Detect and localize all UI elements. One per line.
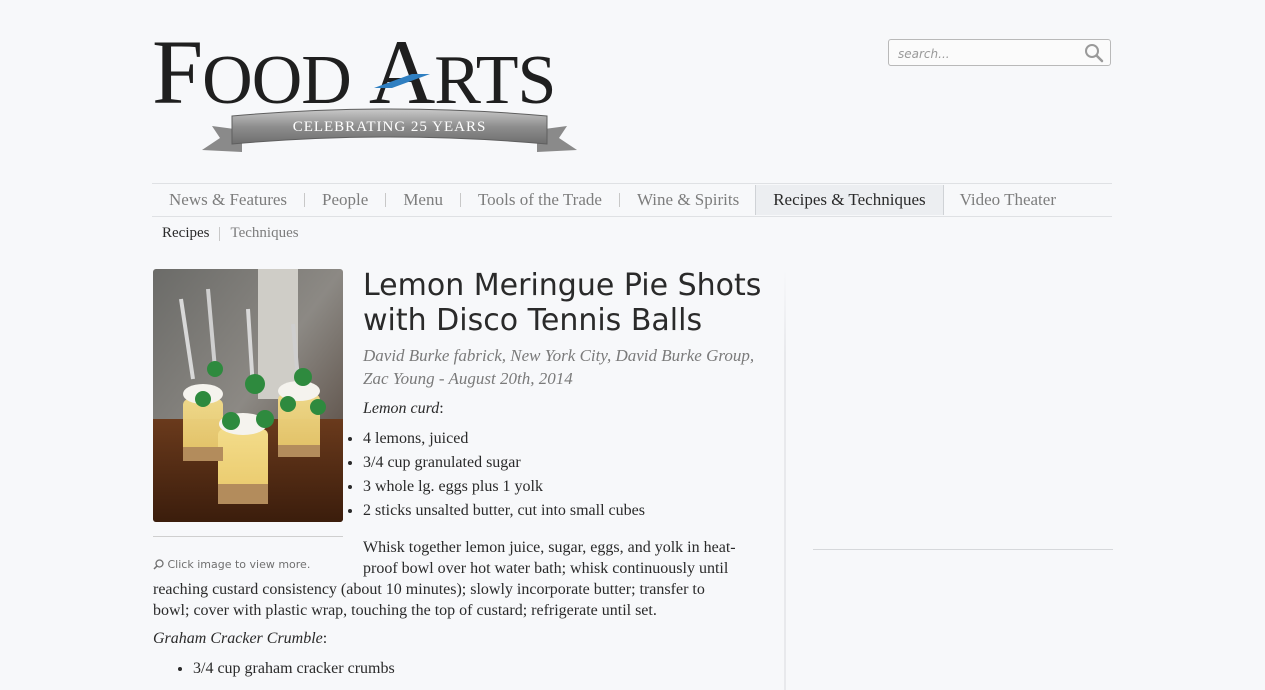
recipe-title: Lemon Meringue Pie Shots with Disco Tenn… — [363, 268, 762, 338]
ingredient-item: 3/4 cup graham cracker crumbs — [193, 657, 395, 681]
ingredient-item: 3/4 cup granulated sugar — [363, 451, 645, 475]
ingredient-item: 3 whole lg. eggs plus 1 yolk — [363, 475, 645, 499]
ingredient-item: 4 lemons, juiced — [363, 427, 645, 451]
search-input[interactable] — [896, 44, 1080, 63]
nav-item-recipes-techniques[interactable]: Recipes & Techniques — [755, 185, 944, 215]
site-logo[interactable]: FOOD ARTS CELEBRATING 25 YEARS — [152, 26, 577, 160]
subnav-item-techniques[interactable]: Techniques — [220, 225, 308, 242]
column-divider — [784, 270, 786, 690]
recipe-byline: David Burke fabrick, New York City, Davi… — [363, 346, 755, 388]
sub-nav: Recipes Techniques — [162, 225, 309, 242]
nav-item-menu[interactable]: Menu — [386, 185, 460, 215]
ingredient-list-lemon-curd: 4 lemons, juiced 3/4 cup granulated suga… — [343, 427, 645, 523]
subnav-item-recipes[interactable]: Recipes — [162, 225, 219, 242]
nav-item-tools-of-the-trade[interactable]: Tools of the Trade — [461, 185, 619, 215]
ingredient-item: 2 sticks unsalted butter, cut into small… — [363, 499, 645, 523]
search-box[interactable] — [888, 39, 1111, 66]
recipe-photo[interactable] — [153, 269, 343, 522]
section-label-graham-cracker: Graham Cracker Crumble: — [153, 630, 328, 647]
logo-tagline: CELEBRATING 25 YEARS — [292, 119, 487, 135]
sidebar-divider — [813, 549, 1113, 550]
method-lemon-curd: Whisk together lemon juice, sugar, eggs,… — [153, 539, 736, 619]
nav-item-wine-spirits[interactable]: Wine & Spirits — [620, 185, 756, 215]
search-icon[interactable] — [1084, 43, 1104, 63]
ingredient-list-graham-cracker: 3/4 cup graham cracker crumbs — [173, 657, 395, 681]
main-nav: News & Features People Menu Tools of the… — [152, 183, 1112, 217]
logo-accent-icon — [374, 74, 430, 88]
nav-item-people[interactable]: People — [305, 185, 385, 215]
nav-item-news-features[interactable]: News & Features — [152, 185, 304, 215]
section-label-lemon-curd: Lemon curd: — [363, 400, 444, 417]
nav-item-video-theater[interactable]: Video Theater — [943, 185, 1073, 215]
dessert-image — [153, 269, 343, 522]
